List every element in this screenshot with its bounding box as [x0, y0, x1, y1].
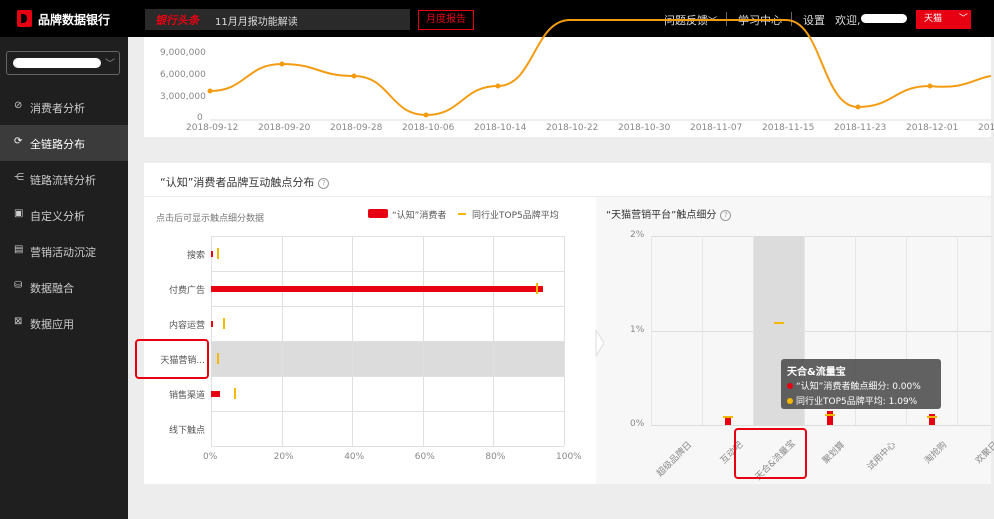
campaign-icon: ▤	[14, 244, 24, 255]
red-dot-icon	[787, 383, 793, 389]
x-tick: 80%	[485, 452, 506, 462]
category-label: 付费广告	[168, 286, 205, 296]
grid-line-horizontal	[211, 306, 564, 307]
orange-dot-icon	[787, 398, 793, 404]
legend-swatch-yellow	[458, 213, 466, 215]
category-label: 线下触点	[168, 426, 205, 436]
sidebar-item-flow-analysis[interactable]: ⋲ 链路流转分析	[0, 161, 128, 197]
y-tick: 2%	[630, 230, 645, 240]
tooltip-line-2: 同行业TOP5品牌平均: 1.09%	[787, 394, 917, 407]
tooltip-line-1-text: “认知”消费者触点细分: 0.00%	[796, 382, 921, 392]
bar-benchmark	[535, 283, 538, 294]
y-tick: 1%	[630, 324, 645, 335]
tooltip-line-2-text: 同行业TOP5品牌平均: 1.09%	[796, 397, 918, 407]
trend-point	[855, 104, 861, 110]
grid-line-horizontal	[211, 411, 564, 412]
bar-benchmark	[217, 353, 220, 364]
bar-consumer	[211, 251, 213, 257]
hint-text: 点击后可显示触点细分数据	[156, 214, 265, 224]
highlight-frame	[734, 428, 807, 479]
sidebar-item-label: 自定义分析	[30, 210, 85, 223]
grid-line-vertical	[753, 236, 754, 425]
highlighted-row	[211, 341, 564, 377]
tooltip-title: 天合&流量宝	[787, 367, 846, 378]
section-title-text: “认知”消费者品牌互动触点分布	[160, 176, 315, 189]
bar-benchmark	[722, 415, 733, 418]
y-tick: 0%	[630, 419, 645, 429]
trend-point	[351, 73, 357, 79]
grid-line-horizontal	[211, 376, 564, 377]
grid-line-horizontal	[651, 425, 991, 426]
trend-chart	[207, 19, 992, 121]
sidebar-item-label: 数据融合	[30, 282, 74, 295]
trend-point	[207, 88, 213, 94]
legend-label: 同行业TOP5品牌平均	[472, 211, 559, 221]
trend-point	[927, 83, 933, 89]
bar-benchmark	[773, 321, 784, 324]
chart-tooltip: 天合&流量宝 “认知”消费者触点细分: 0.00% 同行业TOP5品牌平均: 1…	[781, 359, 941, 409]
right-chart-title: “天猫营销平台”触点细分?	[606, 206, 732, 221]
bar-consumer	[211, 391, 220, 397]
right-chart-title-text: “天猫营销平台”触点细分	[606, 210, 717, 221]
bar-benchmark	[217, 248, 220, 259]
grid-line-horizontal	[211, 236, 564, 237]
sidebar-item-data-app[interactable]: ⊠ 数据应用	[0, 305, 128, 341]
sidebar-item-data-fusion[interactable]: ⛁ 数据融合	[0, 269, 128, 305]
help-icon[interactable]: ?	[720, 209, 732, 221]
grid-line-vertical	[564, 236, 565, 446]
x-tick: 0%	[203, 452, 218, 462]
help-icon[interactable]: ?	[318, 177, 330, 189]
highlight-frame	[135, 339, 209, 379]
legend-swatch-red	[368, 209, 388, 218]
category-label: 搜索	[186, 251, 205, 261]
trend-point	[495, 83, 501, 89]
sidebar-item-label: 营销活动沉淀	[30, 246, 96, 259]
bar-consumer	[211, 286, 543, 292]
grid-line-horizontal	[211, 446, 564, 447]
x-tick: 100%	[556, 452, 582, 462]
grid-line-horizontal	[211, 271, 564, 272]
legend-label: “认知”消费者	[392, 211, 447, 221]
app-icon: ⊠	[14, 316, 23, 327]
x-tick: 20%	[273, 452, 294, 462]
pointer-arrow	[595, 330, 604, 356]
x-tick: 40%	[344, 452, 365, 462]
x-tick: 60%	[414, 452, 435, 462]
section-title: “认知”消费者品牌互动触点分布?	[160, 174, 330, 190]
tooltip-line-1: “认知”消费者触点细分: 0.00%	[787, 379, 921, 392]
category-label: 内容运营	[168, 321, 205, 331]
grid-line-horizontal	[211, 341, 564, 342]
grid-line-vertical	[957, 236, 958, 425]
flow-icon: ⋲	[14, 172, 24, 183]
bar-consumer	[211, 321, 213, 327]
database-icon: ⛁	[14, 280, 23, 291]
custom-icon: ▣	[14, 208, 24, 219]
trend-point	[279, 61, 285, 67]
sidebar-item-label: 链路流转分析	[30, 174, 96, 187]
sidebar-item-custom-analysis[interactable]: ▣ 自定义分析	[0, 197, 128, 233]
trend-point	[423, 112, 429, 118]
bar-benchmark	[824, 413, 835, 416]
category-label: 销售渠道	[168, 391, 205, 401]
grid-line-vertical	[702, 236, 703, 425]
grid-line-vertical	[651, 236, 652, 425]
sidebar-item-label: 数据应用	[30, 318, 74, 331]
bar-benchmark	[926, 415, 937, 418]
bar-benchmark	[233, 388, 236, 399]
trend-line	[209, 19, 992, 117]
bar-benchmark	[223, 318, 226, 329]
sidebar-item-campaign[interactable]: ▤ 营销活动沉淀	[0, 233, 128, 269]
